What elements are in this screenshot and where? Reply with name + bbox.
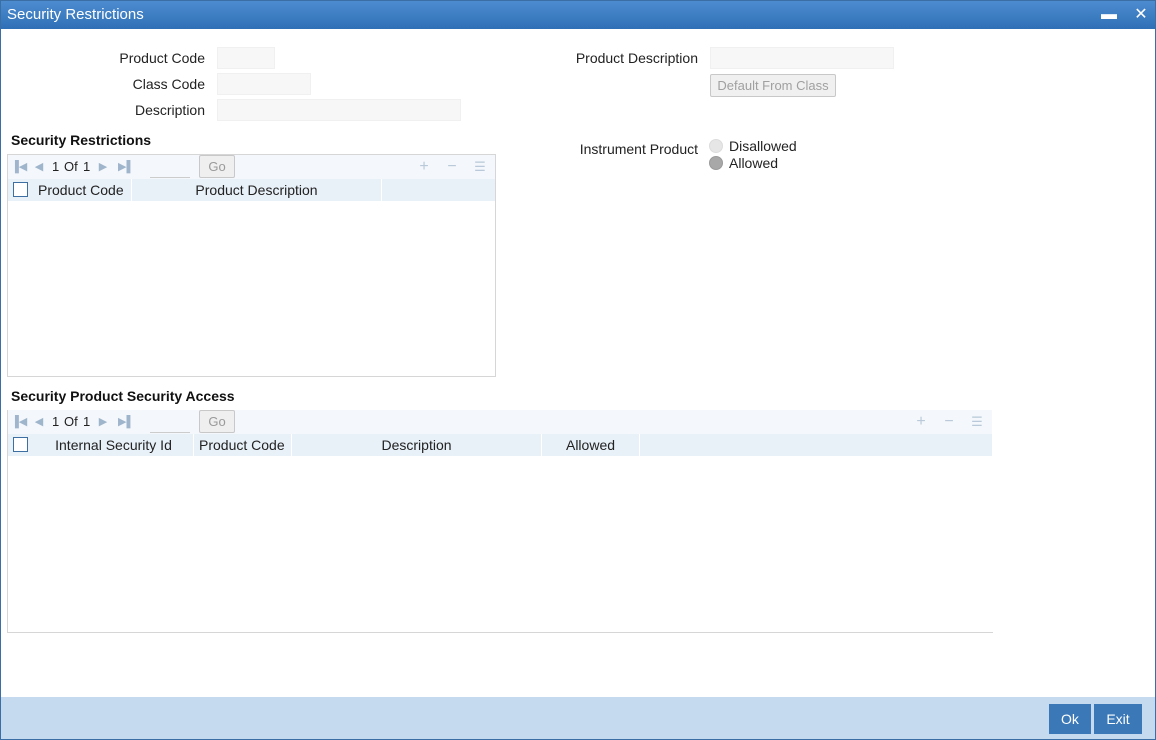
go-button[interactable]: Go: [199, 155, 235, 178]
last-page-icon[interactable]: ▶▌: [118, 415, 134, 429]
column-header-internal-security-id[interactable]: Internal Security Id: [34, 434, 194, 456]
default-from-class-button[interactable]: Default From Class: [710, 74, 836, 97]
security-restrictions-window: Security Restrictions ▬ ✕ Product Code C…: [0, 0, 1156, 740]
security-access-title: Security Product Security Access: [11, 388, 235, 404]
column-header-product-code[interactable]: Product Code: [32, 179, 132, 201]
access-grid-header-row: Internal Security Id Product Code Descri…: [8, 434, 992, 456]
footer-bar: Ok Exit: [1, 697, 1155, 739]
page-number-input[interactable]: [150, 411, 190, 433]
next-page-icon[interactable]: ▶: [96, 415, 110, 429]
select-all-checkbox[interactable]: [13, 437, 28, 452]
instrument-product-label: Instrument Product: [579, 141, 698, 157]
minimize-icon[interactable]: ▬: [1099, 5, 1119, 25]
product-code-label: Product Code: [119, 50, 205, 66]
description-field[interactable]: [217, 99, 461, 121]
security-restrictions-grid: ▐◀ ◀ 1 Of 1 ▶ ▶▌ Go + − ☰ Product Code P…: [7, 154, 496, 377]
product-description-label: Product Description: [575, 50, 698, 66]
class-code-field[interactable]: [217, 73, 311, 95]
first-page-icon[interactable]: ▐◀: [11, 160, 27, 174]
security-access-grid: ▐◀ ◀ 1 Of 1 ▶ ▶▌ Go + − ☰ Internal Secur…: [7, 410, 993, 633]
title-bar: Security Restrictions ▬ ✕: [1, 1, 1155, 29]
grid-header-row: Product Code Product Description: [8, 179, 495, 201]
access-grid-toolbar: ▐◀ ◀ 1 Of 1 ▶ ▶▌ Go + − ☰: [8, 410, 992, 434]
add-row-icon[interactable]: +: [913, 413, 929, 431]
pager-of-label: Of: [64, 414, 78, 429]
radio-disallowed[interactable]: [709, 139, 723, 153]
next-page-icon[interactable]: ▶: [96, 160, 110, 174]
product-code-field[interactable]: [217, 47, 275, 69]
ok-button[interactable]: Ok: [1049, 704, 1091, 734]
pager-current: 1: [52, 414, 60, 429]
pager-current: 1: [52, 159, 60, 174]
description-label: Description: [134, 102, 205, 118]
column-header-description[interactable]: Description: [292, 434, 542, 456]
column-header-product-code[interactable]: Product Code: [194, 434, 292, 456]
radio-allowed[interactable]: [709, 156, 723, 170]
product-description-field[interactable]: [710, 47, 894, 69]
delete-row-icon[interactable]: −: [941, 413, 957, 431]
go-button[interactable]: Go: [199, 410, 235, 433]
exit-button[interactable]: Exit: [1094, 704, 1142, 734]
pager-of-label: Of: [64, 159, 78, 174]
page-number-input[interactable]: [150, 156, 190, 178]
delete-row-icon[interactable]: −: [444, 158, 460, 176]
last-page-icon[interactable]: ▶▌: [118, 160, 134, 174]
class-code-label: Class Code: [132, 76, 205, 92]
window-title: Security Restrictions: [7, 6, 144, 23]
grid-toolbar: ▐◀ ◀ 1 Of 1 ▶ ▶▌ Go + − ☰: [8, 155, 495, 179]
select-all-checkbox[interactable]: [13, 182, 28, 197]
pager-total: 1: [83, 159, 91, 174]
radio-allowed-label: Allowed: [729, 155, 779, 171]
column-header-allowed[interactable]: Allowed: [542, 434, 640, 456]
prev-page-icon[interactable]: ◀: [32, 415, 46, 429]
prev-page-icon[interactable]: ◀: [32, 160, 46, 174]
single-record-view-icon[interactable]: ☰: [969, 413, 985, 431]
radio-disallowed-label: Disallowed: [729, 138, 797, 154]
close-icon[interactable]: ✕: [1131, 5, 1151, 25]
column-header-product-description[interactable]: Product Description: [132, 179, 382, 201]
add-row-icon[interactable]: +: [416, 158, 432, 176]
first-page-icon[interactable]: ▐◀: [11, 415, 27, 429]
pager-total: 1: [83, 414, 91, 429]
security-restrictions-title: Security Restrictions: [11, 132, 152, 148]
single-record-view-icon[interactable]: ☰: [472, 158, 488, 176]
